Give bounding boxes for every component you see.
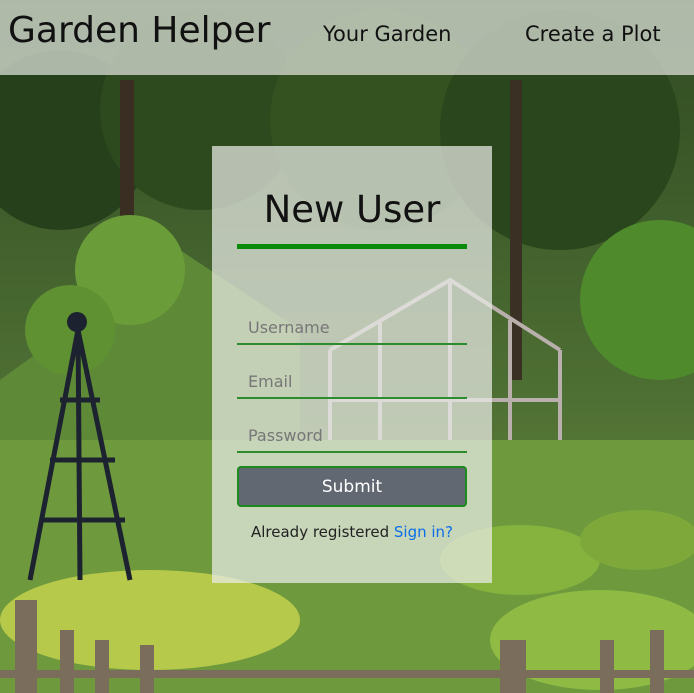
username-input[interactable] bbox=[237, 311, 467, 345]
form-title: New User bbox=[263, 188, 441, 231]
sign-in-link[interactable]: Sign in? bbox=[394, 523, 453, 541]
nav-create-a-plot[interactable]: Create a Plot bbox=[525, 22, 661, 46]
already-registered-label: Already registered bbox=[250, 523, 390, 541]
top-navigation-bar: Garden Helper Your Garden Create a Plot bbox=[0, 0, 694, 75]
nav-your-garden[interactable]: Your Garden bbox=[323, 22, 451, 46]
already-registered-text: Already registered Sign in? bbox=[212, 523, 492, 541]
submit-button[interactable]: Submit bbox=[237, 466, 467, 507]
brand-title[interactable]: Garden Helper bbox=[8, 10, 270, 51]
password-input[interactable] bbox=[237, 419, 467, 453]
title-underline bbox=[237, 244, 467, 249]
email-input[interactable] bbox=[237, 365, 467, 399]
